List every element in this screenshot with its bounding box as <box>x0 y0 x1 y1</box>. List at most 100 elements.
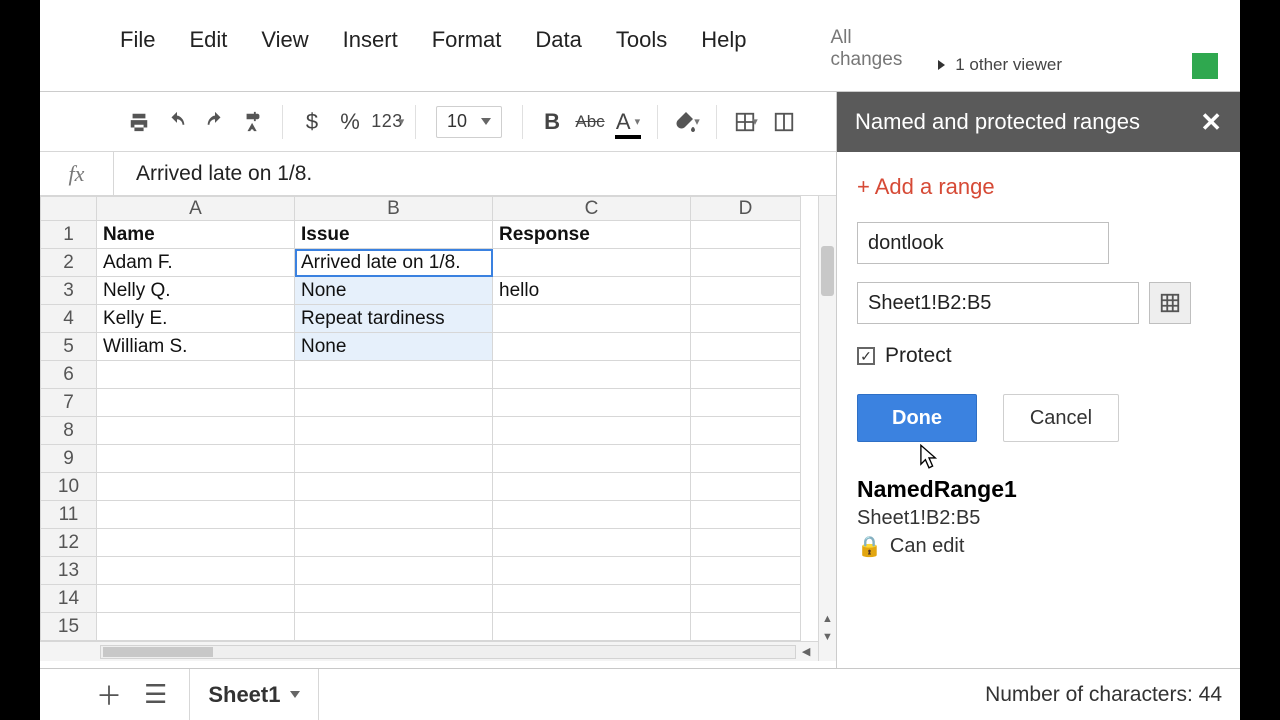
menu-insert[interactable]: Insert <box>343 27 398 81</box>
cell[interactable] <box>493 389 691 417</box>
cell[interactable] <box>691 221 801 249</box>
cell[interactable]: Adam F. <box>97 249 295 277</box>
cell[interactable] <box>691 333 801 361</box>
cell[interactable] <box>295 613 493 641</box>
cell[interactable] <box>295 445 493 473</box>
row-header[interactable]: 15 <box>41 613 97 641</box>
cell[interactable] <box>691 557 801 585</box>
cell[interactable] <box>97 361 295 389</box>
cell[interactable] <box>691 305 801 333</box>
row-header[interactable]: 2 <box>41 249 97 277</box>
row-header[interactable]: 14 <box>41 585 97 613</box>
cell[interactable] <box>493 361 691 389</box>
cell[interactable]: William S. <box>97 333 295 361</box>
merge-button[interactable] <box>765 103 803 141</box>
cell[interactable] <box>691 277 801 305</box>
row-header[interactable]: 1 <box>41 221 97 249</box>
cell[interactable]: None <box>295 333 493 361</box>
cell[interactable] <box>295 557 493 585</box>
existing-range-name[interactable]: NamedRange1 <box>857 476 1220 503</box>
cell[interactable] <box>295 501 493 529</box>
spreadsheet-grid[interactable]: A B C D 1 Name Issue Response 2 Ada <box>40 196 801 641</box>
row-header[interactable]: 12 <box>41 529 97 557</box>
add-range-link[interactable]: + Add a range <box>857 174 1220 200</box>
cell[interactable] <box>295 389 493 417</box>
horizontal-scrollbar[interactable]: ◀▶ <box>40 641 836 661</box>
select-all-handle[interactable] <box>41 197 97 221</box>
expand-viewers-icon[interactable] <box>938 60 945 70</box>
cell[interactable] <box>295 529 493 557</box>
paint-format-icon[interactable] <box>234 103 272 141</box>
cell[interactable] <box>691 473 801 501</box>
text-color-button[interactable]: A▾ <box>609 103 647 141</box>
font-size-select[interactable]: 10 <box>436 106 502 138</box>
undo-icon[interactable] <box>158 103 196 141</box>
cell[interactable] <box>493 557 691 585</box>
range-name-input[interactable] <box>857 222 1109 264</box>
cell[interactable] <box>97 445 295 473</box>
cell[interactable] <box>493 473 691 501</box>
cell[interactable] <box>493 417 691 445</box>
row-header[interactable]: 7 <box>41 389 97 417</box>
cell[interactable] <box>295 417 493 445</box>
select-range-icon[interactable] <box>1149 282 1191 324</box>
cell[interactable] <box>691 501 801 529</box>
range-ref-input[interactable] <box>857 282 1139 324</box>
menu-edit[interactable]: Edit <box>189 27 227 81</box>
add-sheet-icon[interactable]: ＋ <box>96 676 122 713</box>
menu-tools[interactable]: Tools <box>616 27 667 81</box>
cell[interactable] <box>691 389 801 417</box>
number-format-button[interactable]: 123▾ <box>369 103 407 141</box>
cell[interactable]: Nelly Q. <box>97 277 295 305</box>
sheet-tab[interactable]: Sheet1 <box>189 669 319 720</box>
menu-data[interactable]: Data <box>535 27 581 81</box>
menu-format[interactable]: Format <box>432 27 502 81</box>
row-header[interactable]: 5 <box>41 333 97 361</box>
cell[interactable] <box>493 585 691 613</box>
cell[interactable]: None <box>295 277 493 305</box>
row-header[interactable]: 9 <box>41 445 97 473</box>
percent-button[interactable]: % <box>331 103 369 141</box>
cell[interactable] <box>97 501 295 529</box>
strikethrough-button[interactable]: Abc <box>571 103 609 141</box>
cancel-button[interactable]: Cancel <box>1003 394 1119 442</box>
cell[interactable] <box>97 613 295 641</box>
currency-button[interactable]: $ <box>293 103 331 141</box>
cell[interactable] <box>97 473 295 501</box>
cell[interactable]: hello <box>493 277 691 305</box>
cell[interactable] <box>493 305 691 333</box>
close-icon[interactable]: ✕ <box>1200 107 1222 138</box>
cell[interactable] <box>97 529 295 557</box>
cell[interactable]: Kelly E. <box>97 305 295 333</box>
cell[interactable] <box>691 361 801 389</box>
cell[interactable] <box>295 585 493 613</box>
cell[interactable]: Repeat tardiness <box>295 305 493 333</box>
col-header-C[interactable]: C <box>493 197 691 221</box>
row-header[interactable]: 6 <box>41 361 97 389</box>
cell[interactable] <box>691 417 801 445</box>
row-header[interactable]: 3 <box>41 277 97 305</box>
cell[interactable] <box>97 585 295 613</box>
cell[interactable] <box>295 361 493 389</box>
all-sheets-icon[interactable]: ☰ <box>144 679 167 710</box>
cell[interactable] <box>493 249 691 277</box>
done-button[interactable]: Done <box>857 394 977 442</box>
cell[interactable] <box>97 417 295 445</box>
bold-button[interactable]: B <box>533 103 571 141</box>
cell[interactable] <box>493 501 691 529</box>
cell[interactable]: Issue <box>295 221 493 249</box>
cell[interactable] <box>691 445 801 473</box>
cell[interactable] <box>97 389 295 417</box>
cell[interactable] <box>691 529 801 557</box>
menu-file[interactable]: File <box>120 27 155 81</box>
cell[interactable] <box>691 613 801 641</box>
cell[interactable] <box>493 613 691 641</box>
print-icon[interactable] <box>120 103 158 141</box>
col-header-D[interactable]: D <box>691 197 801 221</box>
vertical-scrollbar[interactable]: ▲▼ <box>818 196 836 661</box>
row-header[interactable]: 10 <box>41 473 97 501</box>
cell[interactable] <box>97 557 295 585</box>
cell[interactable] <box>493 529 691 557</box>
cell[interactable] <box>295 473 493 501</box>
fill-color-button[interactable]: ▾ <box>668 103 706 141</box>
